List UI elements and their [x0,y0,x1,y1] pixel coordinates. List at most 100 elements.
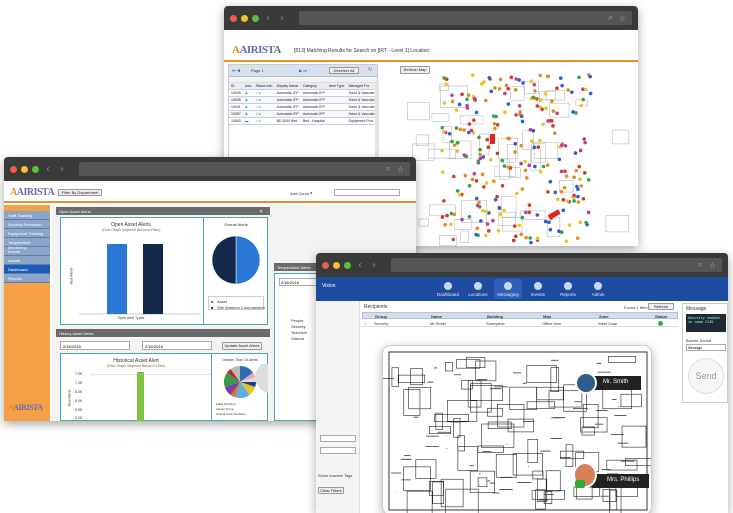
asset-marker[interactable] [484,181,489,185]
asset-marker[interactable] [495,151,500,156]
asset-marker[interactable] [514,113,518,117]
asset-marker[interactable] [506,102,511,106]
asset-marker[interactable] [482,80,486,84]
asset-marker[interactable] [583,140,587,145]
asset-marker[interactable] [514,77,519,81]
asset-marker[interactable] [550,99,554,104]
asset-marker[interactable] [450,93,454,98]
filter-select[interactable] [320,447,356,454]
asset-marker[interactable] [475,226,480,231]
filter-select[interactable] [320,435,356,442]
asset-marker[interactable] [543,91,548,96]
asset-marker[interactable] [491,179,496,183]
asset-marker[interactable] [465,97,469,102]
asset-marker[interactable] [512,224,517,228]
sidebar-item-equipment-tracking[interactable]: Equipment Tracking [4,229,50,238]
asset-marker[interactable] [497,205,502,210]
asset-marker[interactable] [483,98,488,103]
asset-marker[interactable] [440,148,444,153]
asset-marker[interactable] [449,211,454,216]
avatar-mr-smith[interactable] [575,372,597,394]
asset-marker[interactable] [548,179,553,184]
asset-marker[interactable] [559,169,564,174]
asset-marker[interactable] [506,136,510,141]
asset-marker[interactable] [551,109,556,113]
sidebar-item-dashboard[interactable]: Dashboard [4,265,50,274]
historical-bar[interactable] [137,372,144,421]
asset-marker[interactable] [573,151,578,155]
asset-marker[interactable] [552,131,557,135]
asset-marker[interactable] [518,110,523,114]
asset-marker[interactable] [555,111,559,116]
close-panel-icon[interactable]: ✕ [259,209,263,215]
asset-marker[interactable] [444,77,449,81]
asset-marker[interactable] [473,98,478,102]
asset-marker[interactable] [498,77,503,82]
asset-marker[interactable] [517,223,522,228]
asset-marker[interactable] [513,141,518,146]
asset-marker[interactable] [577,164,582,169]
asset-marker[interactable] [557,157,562,162]
sidebar-item-security-personnel[interactable]: Security Personnel [4,220,50,229]
asset-marker[interactable] [489,89,494,94]
forward-icon[interactable]: › [57,164,67,175]
asset-marker[interactable] [445,213,449,218]
asset-marker[interactable] [535,213,540,217]
sidebar-item-staff-tracking[interactable]: Staff Tracking [4,211,50,220]
table-row[interactable]: 10031 ♟ ✓● Automatic IFP Automatic IFP H… [229,103,377,111]
asset-marker[interactable] [509,75,514,80]
floor-plan-card[interactable]: Mr. Smith Mrs. Phillips [382,345,652,513]
asset-marker[interactable] [474,196,479,201]
asset-marker[interactable] [532,145,537,150]
asset-marker[interactable] [586,178,591,182]
col-header[interactable]: Building [487,314,503,319]
deselect-all-button[interactable]: Deselect All [329,67,359,74]
back-icon[interactable]: ‹ [263,13,273,24]
next-page-icon[interactable]: ▶ ⏭ [299,68,307,73]
asset-marker[interactable] [581,97,585,102]
asset-marker[interactable] [482,185,486,189]
asset-marker[interactable] [462,153,467,157]
asset-marker[interactable] [481,155,486,159]
table-row[interactable]: 10009 ♟ ✓● Automatic IFP Automatic IFP H… [229,89,377,97]
minimize-dot[interactable] [333,261,340,269]
asset-marker[interactable] [467,214,472,219]
pie-slice-asset[interactable] [235,235,261,285]
asset-marker[interactable] [544,106,548,111]
maximize-dot[interactable] [344,261,351,269]
asset-marker[interactable] [460,217,464,222]
table-row[interactable]: 10063 ▬ ✓● BD 3000 Bed Bed - Hospital Eq… [229,117,377,125]
show-inactive-checkbox[interactable]: Show Inactive Tags [318,473,352,478]
asset-marker[interactable] [525,176,529,180]
asset-marker[interactable] [557,229,561,234]
close-dot[interactable] [10,165,17,173]
asset-marker[interactable] [466,93,471,97]
asset-marker[interactable] [553,190,558,195]
asset-marker[interactable] [579,184,584,188]
open-asset-alerts-tab[interactable]: Open Asset Alerts [56,207,270,215]
col-header[interactable]: Group [375,314,387,319]
asset-marker[interactable] [564,239,569,244]
asset-marker[interactable] [493,126,497,131]
asset-marker[interactable] [543,219,548,224]
star-icon[interactable]: ☆ [619,14,626,23]
nav-dashboard[interactable]: Dashboard [434,279,462,299]
add-count-icon[interactable]: ● [310,190,312,195]
asset-marker[interactable] [458,127,463,132]
update-asset-alerts-button[interactable]: Update Asset Alerts [222,342,262,350]
asset-marker[interactable] [566,88,570,92]
asset-marker[interactable] [528,236,533,240]
asset-marker[interactable] [527,210,532,215]
asset-marker[interactable] [539,98,543,103]
asset-marker[interactable] [476,159,481,163]
table-row[interactable]: 10025 ♟ ✓● Automatic IFP Automatic IFP H… [229,96,377,104]
asset-marker[interactable] [495,194,499,199]
asset-marker[interactable] [498,212,503,217]
asset-marker[interactable] [520,119,525,124]
nav-events[interactable]: Events [524,279,552,299]
asset-marker[interactable] [563,143,568,148]
message-text-input[interactable]: Security needed in room 2145 [686,314,726,332]
asset-marker[interactable] [578,177,582,182]
asset-marker[interactable] [576,200,581,204]
asset-marker[interactable] [571,110,575,114]
